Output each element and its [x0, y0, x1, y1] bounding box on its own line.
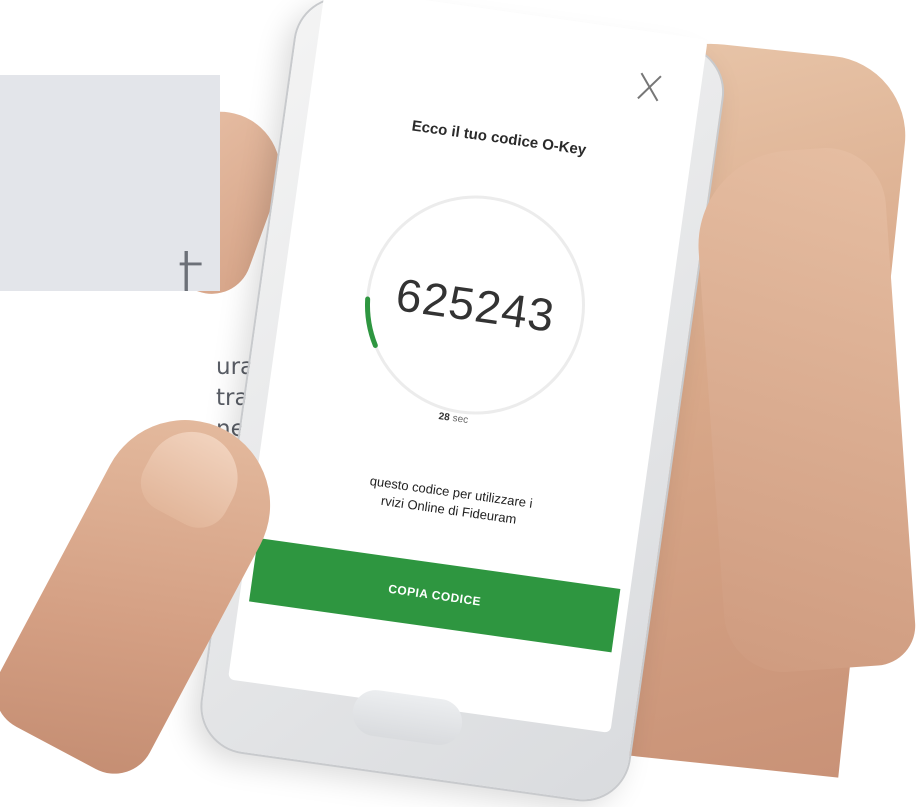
close-icon[interactable]: [635, 72, 664, 101]
right-hand-fingers: [692, 144, 918, 676]
phone-screen: Ecco il tuo codice O-Key 625243 28sec qu…: [227, 0, 708, 733]
phone-body: Ecco il tuo codice O-Key 625243 28sec qu…: [196, 0, 729, 806]
instruction-text: questo codice per utilizzare i rvizi Onl…: [314, 465, 586, 538]
hero-title-box: t.: [0, 75, 220, 291]
copy-code-button[interactable]: COPIA CODICE: [249, 538, 621, 653]
okey-title: Ecco il tuo codice O-Key: [410, 117, 588, 159]
countdown-value: 28: [437, 411, 451, 424]
countdown-unit: sec: [451, 413, 469, 427]
hero-title: t.: [176, 235, 220, 291]
